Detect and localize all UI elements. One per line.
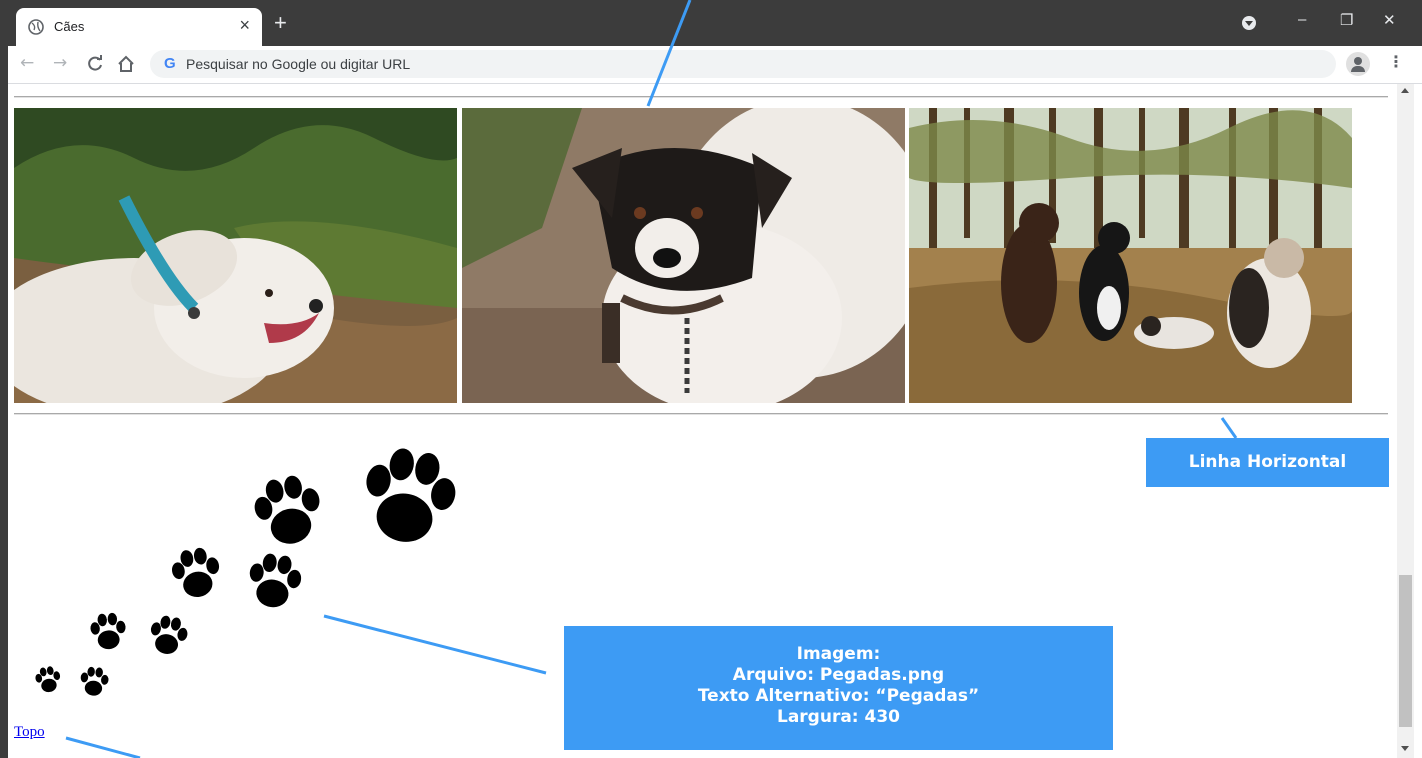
image-info-callout: Imagem: Arquivo: Pegadas.png Texto Alter… (564, 626, 1113, 750)
browser-tab[interactable]: Cães × (16, 8, 262, 46)
forward-arrow-icon[interactable]: → (53, 53, 67, 73)
browser-toolbar: ← → G Pesquisar no Google ou digitar URL… (0, 46, 1422, 84)
horizontal-rule-bottom (14, 413, 1388, 415)
new-tab-button[interactable]: + (274, 12, 287, 34)
pawprints-image (33, 443, 460, 697)
image-info-line: Arquivo: Pegadas.png (732, 665, 945, 685)
scroll-up-arrow-icon[interactable] (1401, 88, 1409, 93)
horizontal-line-callout: Linha Horizontal (1146, 438, 1389, 487)
globe-icon (28, 19, 44, 35)
browser-tab-strip: Cães × + – ❐ ✕ (0, 0, 1422, 46)
horizontal-rule-top (14, 96, 1388, 98)
image-info-line: Imagem: (796, 644, 881, 664)
menu-icon[interactable]: ⋮ (1388, 52, 1404, 72)
reload-icon[interactable] (86, 55, 104, 73)
scroll-down-arrow-icon[interactable] (1401, 746, 1409, 751)
dog-photo-2 (462, 108, 905, 403)
profile-icon[interactable] (1346, 52, 1370, 76)
scroll-thumb[interactable] (1399, 575, 1412, 727)
image-info-line: Texto Alternativo: “Pegadas” (697, 686, 980, 706)
dog-photo-1 (14, 108, 457, 403)
image-info-line: Largura: 430 (776, 707, 901, 727)
minimize-button[interactable]: – (1298, 11, 1306, 28)
home-icon[interactable] (116, 54, 136, 74)
tab-search-icon[interactable] (1242, 16, 1256, 30)
google-icon: G (164, 55, 176, 72)
address-placeholder: Pesquisar no Google ou digitar URL (186, 56, 411, 72)
restore-button[interactable]: ❐ (1340, 11, 1353, 29)
tab-title: Cães (54, 19, 85, 34)
back-arrow-icon[interactable]: ← (20, 53, 34, 73)
window-frame-left (0, 46, 8, 758)
close-window-button[interactable]: ✕ (1383, 11, 1396, 29)
tab-close-icon[interactable]: × (239, 16, 250, 34)
page-scrollbar[interactable] (1397, 84, 1414, 758)
dog-photo-3 (909, 108, 1352, 403)
top-anchor-link[interactable]: Topo (14, 724, 45, 741)
address-bar[interactable]: G Pesquisar no Google ou digitar URL (150, 50, 1336, 78)
